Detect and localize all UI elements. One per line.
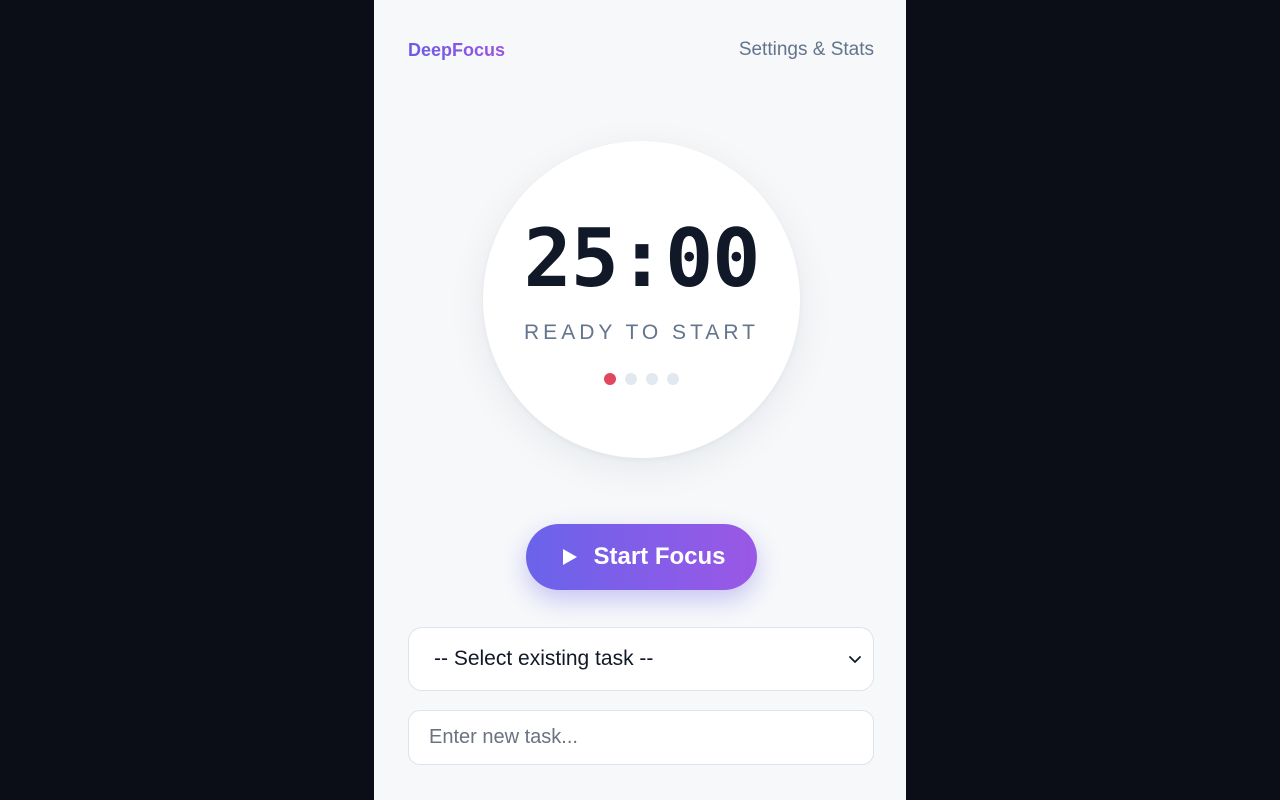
header: DeepFocus Settings & Stats: [408, 36, 874, 64]
timer-display: 25:00: [523, 212, 761, 305]
play-icon: [563, 549, 578, 565]
timer-status: READY TO START: [524, 321, 759, 344]
task-select[interactable]: -- Select existing task --: [408, 627, 874, 691]
app-panel: DeepFocus Settings & Stats 25:00 READY T…: [374, 0, 906, 800]
start-focus-button[interactable]: Start Focus: [526, 524, 757, 590]
timer-circle: 25:00 READY TO START: [483, 141, 800, 458]
brand-logo[interactable]: DeepFocus: [408, 40, 505, 61]
chevron-down-icon: [849, 656, 861, 663]
session-dot-3: [646, 373, 658, 385]
start-focus-label: Start Focus: [593, 543, 726, 570]
session-dot-4: [667, 373, 679, 385]
task-select-value: -- Select existing task --: [434, 647, 654, 670]
session-progress-dots: [483, 373, 800, 385]
new-task-input[interactable]: [408, 710, 874, 765]
session-dot-2: [625, 373, 637, 385]
session-dot-1: [604, 373, 616, 385]
settings-stats-link[interactable]: Settings & Stats: [739, 39, 874, 61]
